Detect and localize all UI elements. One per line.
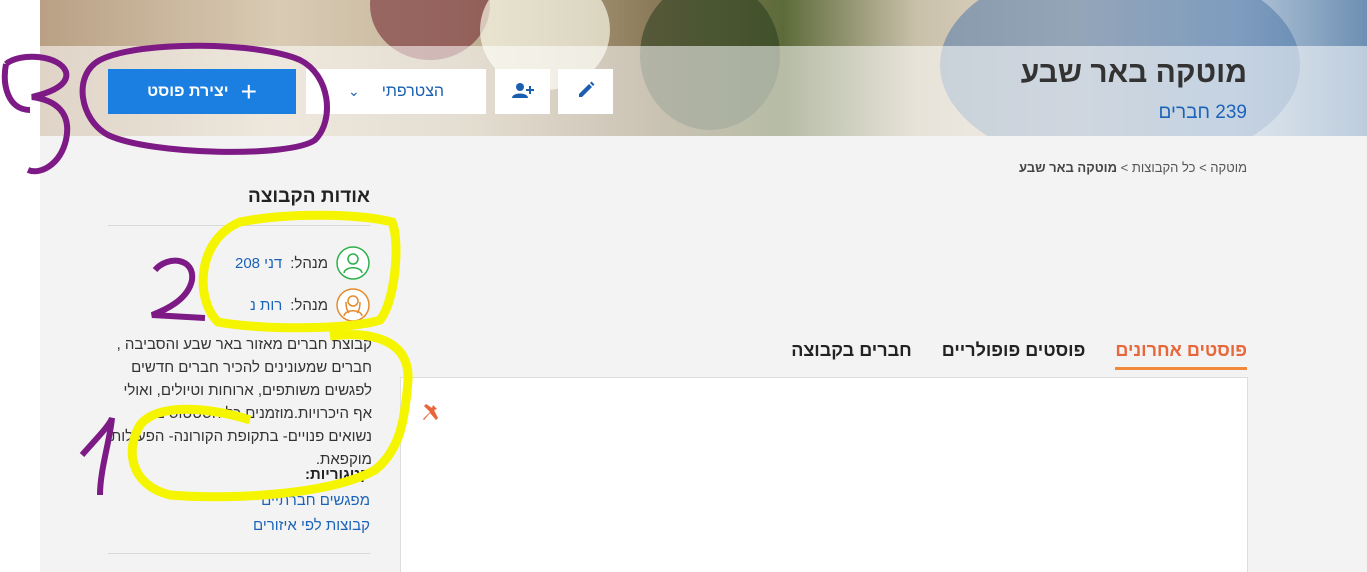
breadcrumb-current: מוטקה באר שבע xyxy=(1018,160,1118,175)
category-link[interactable]: קבוצות לפי איזורים xyxy=(108,517,370,534)
group-page-frame: מוטקה באר שבע 239 חברים + יצירת פוסט הצט… xyxy=(40,0,1367,572)
add-user-icon xyxy=(511,82,534,102)
breadcrumb-item-home[interactable]: מוטקה xyxy=(1210,160,1247,175)
members-count-link[interactable]: 239 חברים xyxy=(1159,102,1247,124)
admin-label: מנהל: xyxy=(290,296,328,314)
categories-title: קטגוריות: xyxy=(305,466,370,483)
admin-female-icon xyxy=(336,288,370,322)
divider xyxy=(108,225,370,226)
admin-name-link[interactable]: דני 208 xyxy=(235,255,282,272)
group-description: קבוצת חברים מאזור באר שבע והסביבה , חברי… xyxy=(110,336,372,468)
admin-row: מנהל: רות נ xyxy=(108,287,370,323)
category-link[interactable]: מפגשים חברתיים xyxy=(108,492,370,509)
divider xyxy=(108,553,370,554)
pin-icon xyxy=(420,398,446,428)
create-post-button[interactable]: + יצירת פוסט xyxy=(108,69,296,114)
invite-member-button[interactable] xyxy=(495,69,550,114)
posts-content-area xyxy=(400,377,1248,572)
join-dropdown-button[interactable]: הצטרפתי ⌄ xyxy=(306,69,486,114)
plus-icon: + xyxy=(240,75,257,107)
join-label: הצטרפתי xyxy=(381,82,445,100)
tab-popular-posts[interactable]: פוסטים פופולריים xyxy=(942,340,1086,370)
chevron-down-icon: ⌄ xyxy=(347,83,360,99)
admin-label: מנהל: xyxy=(290,254,328,272)
tab-latest-posts[interactable]: פוסטים אחרונים xyxy=(1115,340,1247,370)
admin-name-link[interactable]: רות נ xyxy=(250,297,282,314)
pencil-icon xyxy=(577,81,595,103)
breadcrumb: מוטקה > כל הקבוצות > מוטקה באר שבע xyxy=(1018,160,1247,175)
tab-group-members[interactable]: חברים בקבוצה xyxy=(791,340,912,370)
about-group-title: אודות הקבוצה xyxy=(248,186,370,207)
admin-male-icon xyxy=(336,246,370,280)
edit-group-button[interactable] xyxy=(558,69,613,114)
admin-row: מנהל: דני 208 xyxy=(108,245,370,281)
group-title: מוטקה באר שבע xyxy=(1020,56,1247,89)
posts-tabs: פוסטים אחרונים פוסטים פופולריים חברים בק… xyxy=(791,340,1247,370)
breadcrumb-item-all-groups[interactable]: כל הקבוצות xyxy=(1132,160,1196,175)
create-post-label: יצירת פוסט xyxy=(147,82,229,100)
page: מוטקה באר שבע 239 חברים + יצירת פוסט הצט… xyxy=(0,0,1367,572)
